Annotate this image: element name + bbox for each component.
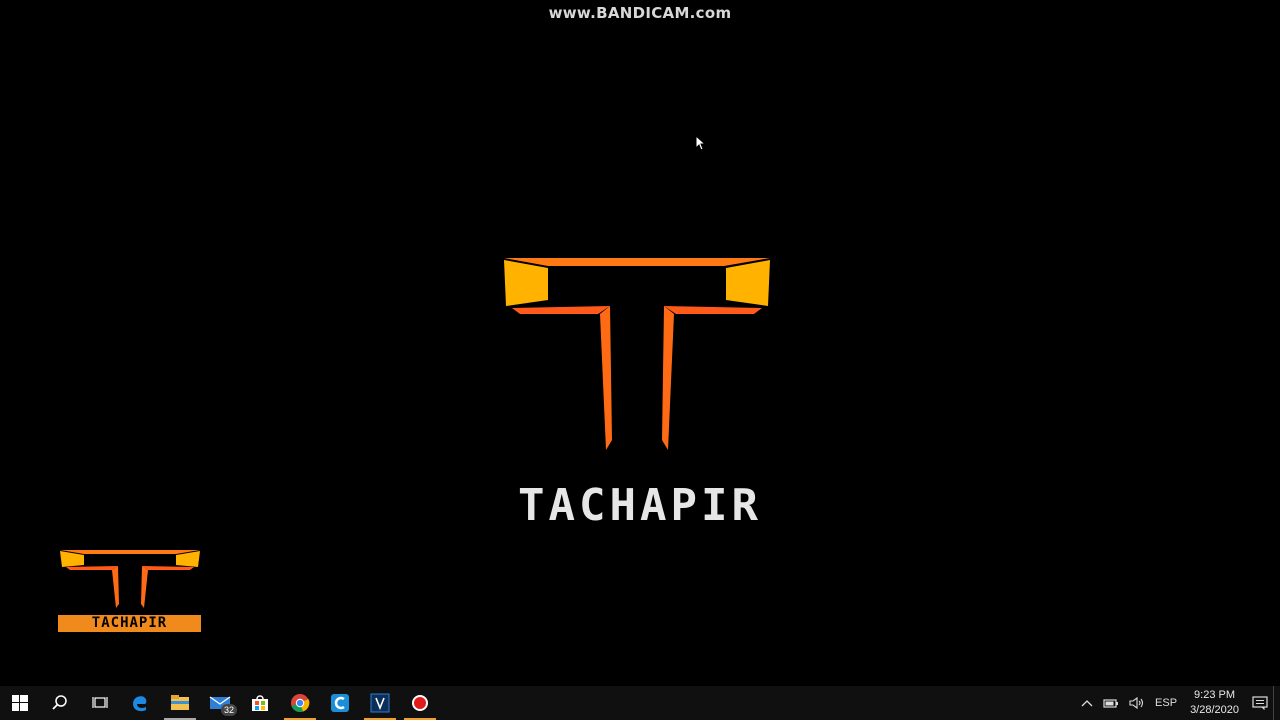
- system-tray: ESP 9:23 PM 3/28/2020: [1076, 686, 1280, 720]
- record-icon: [412, 695, 428, 711]
- folder-icon: [171, 695, 189, 710]
- clock-time: 9:23 PM: [1194, 689, 1236, 701]
- tachapir-brand-text: TACHAPIR: [518, 480, 762, 531]
- speaker-icon: [1129, 697, 1144, 709]
- taskbar: 32 ESP 9:23 PM 3/28/2020: [0, 686, 1280, 720]
- vegas-button[interactable]: [360, 686, 400, 720]
- chevron-up-icon: [1081, 700, 1093, 707]
- power-battery-button[interactable]: [1098, 686, 1124, 720]
- mail-button[interactable]: 32: [200, 686, 240, 720]
- battery-icon: [1103, 699, 1119, 708]
- tachapir-small-logo-icon: [60, 550, 200, 608]
- file-explorer-button[interactable]: [160, 686, 200, 720]
- mouse-cursor-icon: [695, 135, 707, 151]
- tachapir-small-brand-text: TACHAPIR: [58, 615, 201, 632]
- mail-badge: 32: [220, 704, 237, 716]
- ccleaner-icon: [331, 694, 349, 712]
- language-indicator[interactable]: ESP: [1150, 686, 1182, 720]
- start-button[interactable]: [0, 686, 40, 720]
- clock[interactable]: 9:23 PM 3/28/2020: [1182, 688, 1247, 718]
- windows-icon: [12, 695, 28, 711]
- task-view-button[interactable]: [80, 686, 120, 720]
- edge-button[interactable]: [120, 686, 160, 720]
- chrome-icon: [291, 694, 310, 713]
- ccleaner-button[interactable]: [320, 686, 360, 720]
- chrome-button[interactable]: [280, 686, 320, 720]
- store-icon: [252, 695, 268, 711]
- bandicam-button[interactable]: [400, 686, 440, 720]
- search-icon: [52, 695, 67, 710]
- action-center-button[interactable]: [1247, 686, 1273, 720]
- show-desktop-button[interactable]: [1273, 686, 1280, 720]
- task-view-icon: [92, 697, 108, 708]
- search-button[interactable]: [40, 686, 80, 720]
- show-hidden-icons-button[interactable]: [1076, 686, 1098, 720]
- vegas-icon: [370, 693, 390, 713]
- edge-icon: [133, 696, 147, 712]
- clock-date: 3/28/2020: [1190, 704, 1239, 716]
- notification-icon: [1252, 696, 1268, 710]
- desktop-wallpaper: TACHAPIR TACHAPIR: [0, 0, 1280, 686]
- tachapir-logo-icon: [504, 258, 770, 450]
- store-button[interactable]: [240, 686, 280, 720]
- volume-button[interactable]: [1124, 686, 1150, 720]
